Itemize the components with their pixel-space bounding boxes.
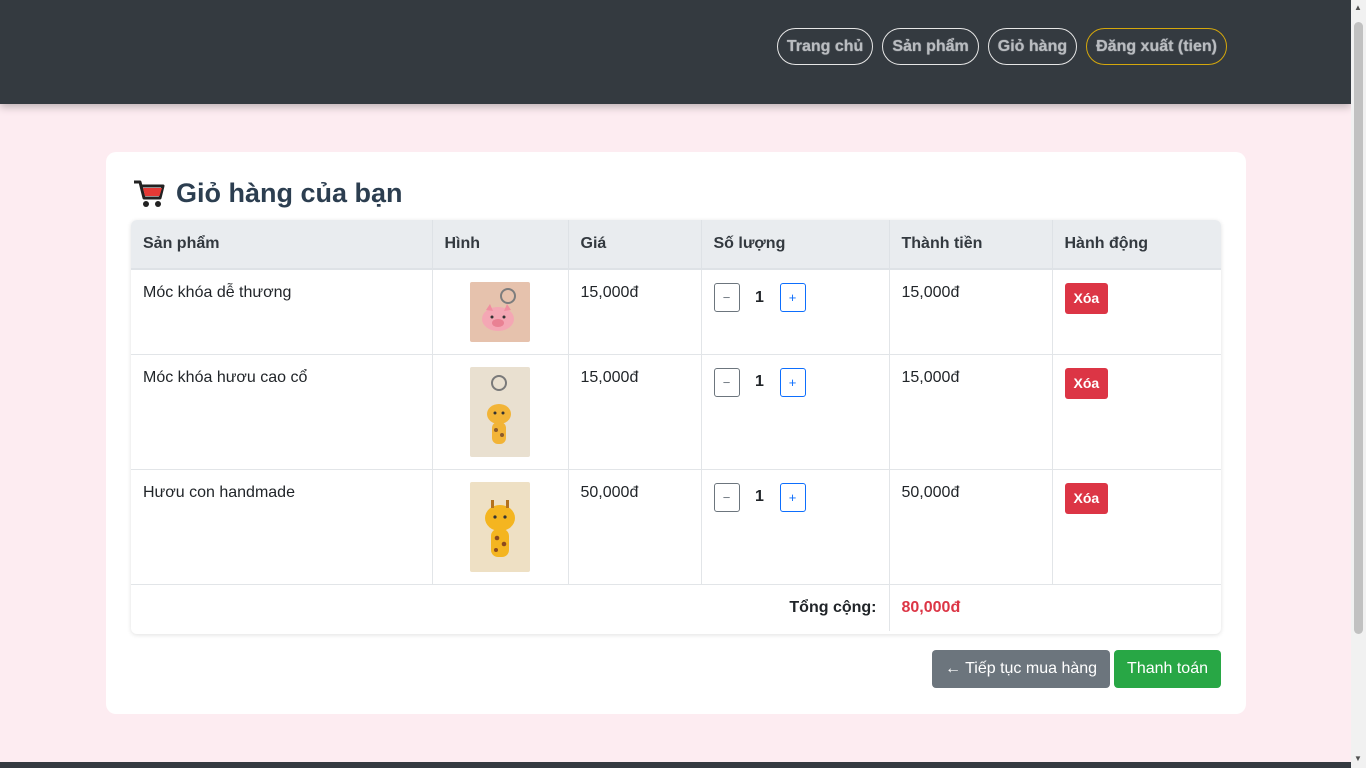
col-header-price: Giá [568,220,702,270]
increase-qty-button[interactable]: + [779,367,806,397]
product-price: 15,000đ [568,354,702,470]
col-header-actions: Hành động [1052,220,1221,270]
scroll-up-arrow-icon[interactable]: ▲ [1354,3,1362,12]
continue-shopping-button[interactable]: ← Tiếp tục mua hàng [931,650,1111,688]
checkout-button[interactable]: Thanh toán [1114,650,1221,688]
quantity-value: 1 [755,373,764,390]
decrease-qty-button[interactable]: − [713,482,740,512]
table-row: Móc khóa hươu cao cổ 15,000đ − 1 + 15,00… [131,354,1221,470]
product-price: 15,000đ [568,269,702,355]
quantity-stepper: − 1 + [713,367,877,397]
nav-logout-link[interactable]: Đăng xuất (tien) [1086,28,1227,65]
quantity-stepper: − 1 + [713,482,877,512]
product-subtotal: 15,000đ [889,269,1053,355]
nav-cart-link[interactable]: Giỏ hàng [987,28,1078,65]
pig-keychain-image [470,282,530,342]
col-header-image: Hình [432,220,569,270]
decrease-qty-button[interactable]: − [713,367,740,397]
quantity-stepper: − 1 + [713,283,877,312]
table-row: Hươu con handmade 50,000đ − 1 + 50,000đ … [131,469,1221,585]
increase-qty-button[interactable]: + [779,283,806,312]
quantity-value: 1 [755,488,764,505]
table-header-row: Sản phẩm Hình Giá Số lượng Thành tiền Hà… [131,220,1221,270]
scroll-down-arrow-icon[interactable]: ▼ [1354,754,1362,763]
total-label: Tổng cộng: [131,584,890,631]
shopping-cart-icon [134,180,165,207]
product-price: 50,000đ [568,469,702,585]
cart-actions: ← Tiếp tục mua hàng Thanh toán [931,650,1221,688]
quantity-value: 1 [755,288,764,306]
scrollbar-thumb[interactable] [1354,22,1363,634]
nav-home-link[interactable]: Trang chủ [776,28,874,65]
nav-products-link[interactable]: Sản phẩm [882,28,979,65]
top-navbar: Trang chủ Sản phẩm Giỏ hàng Đăng xuất (t… [0,0,1351,104]
page-title: Giỏ hàng của bạn [132,176,403,210]
product-subtotal: 15,000đ [889,354,1053,470]
col-header-product: Sản phẩm [131,220,433,270]
nav-menu: Trang chủ Sản phẩm Giỏ hàng Đăng xuất (t… [776,28,1227,65]
footer [0,762,1351,768]
giraffe-plush-image [470,481,530,572]
total-value: 80,000đ [901,598,961,616]
col-header-subtotal: Thành tiền [889,220,1053,270]
delete-button[interactable]: Xóa [1064,482,1109,514]
product-name: Móc khóa hươu cao cổ [131,354,433,470]
product-name: Móc khóa dễ thương [131,269,433,355]
cart-table: Sản phẩm Hình Giá Số lượng Thành tiền Hà… [131,220,1221,634]
product-name: Hươu con handmade [131,469,433,585]
table-row: Móc khóa dễ thương 15,000đ − 1 + 15,000đ… [131,269,1221,355]
cart-card: Giỏ hàng của bạn Sản phẩm Hình Giá Số lư… [106,152,1246,714]
increase-qty-button[interactable]: + [779,482,806,512]
giraffe-keychain-image [470,366,530,457]
page-title-text: Giỏ hàng của bạn [176,177,403,208]
delete-button[interactable]: Xóa [1064,283,1109,314]
decrease-qty-button[interactable]: − [713,283,740,312]
col-header-quantity: Số lượng [701,220,890,270]
product-subtotal: 50,000đ [889,469,1053,585]
delete-button[interactable]: Xóa [1064,367,1109,399]
vertical-scrollbar[interactable]: ▲ ▼ [1351,0,1366,768]
total-row: Tổng cộng: 80,000đ [131,584,1221,631]
